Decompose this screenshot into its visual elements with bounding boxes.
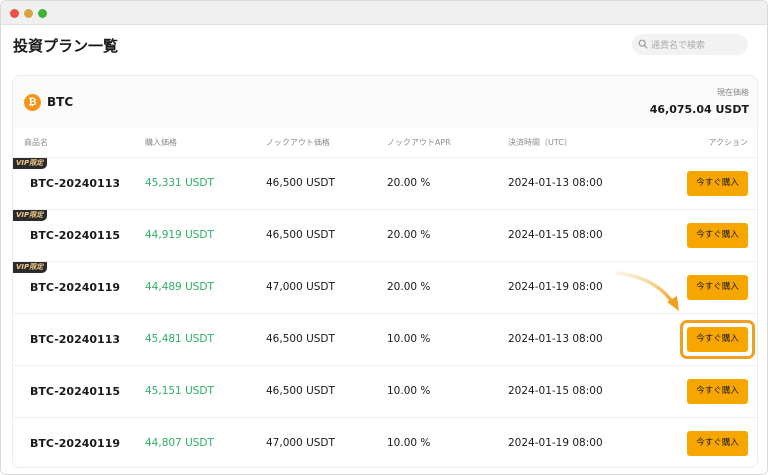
knockout-apr: 10.00 % [387,333,431,345]
current-price-value: 46,075.04 USDT [649,103,749,116]
knockout-price: 46,500 USDT [266,385,335,397]
vip-badge: VIP限定 [13,210,48,221]
knockout-apr: 10.00 % [387,385,431,397]
product-name: BTC-20240113 [30,177,121,190]
table-header: 商品名 購入価格 ノックアウト価格 ノックアウトAPR 決済時間（UTC） アク… [13,128,757,157]
page-header: 投資プラン一覧 通貨名で検索 [1,25,767,67]
buy-now-button[interactable]: 今すぐ購入 [687,223,748,248]
close-window-button[interactable] [10,9,19,18]
column-header-buy-price: 購入価格 [145,138,177,147]
settlement-time: 2024-01-19 08:00 [508,281,603,293]
browser-window: 投資プラン一覧 通貨名で検索 ₿ BTC 現在価格 46,075.04 USDT… [0,0,768,475]
knockout-apr: 20.00 % [387,177,431,189]
buy-price: 45,481 USDT [145,333,214,345]
column-header-settlement-time: 決済時間（UTC） [508,138,572,147]
knockout-price: 46,500 USDT [266,333,335,345]
vip-badge: VIP限定 [13,262,48,273]
settlement-time: 2024-01-19 08:00 [508,437,603,449]
column-header-product: 商品名 [24,138,48,147]
product-name: BTC-20240115 [30,385,121,398]
settlement-time: 2024-01-15 08:00 [508,385,603,397]
buy-now-button[interactable]: 今すぐ購入 [687,431,748,456]
coin-name: BTC [47,95,74,109]
buy-now-button[interactable]: 今すぐ購入 [687,327,748,352]
plan-table-body: VIP限定 BTC-20240113 45,331 USDT 46,500 US… [13,157,757,467]
search-input[interactable]: 通貨名で検索 [632,34,748,55]
buy-price: 44,489 USDT [145,281,214,293]
table-row: BTC-20240115 45,151 USDT 46,500 USDT 10.… [13,365,757,417]
settlement-time: 2024-01-15 08:00 [508,229,603,241]
maximize-window-button[interactable] [38,9,47,18]
knockout-apr: 20.00 % [387,281,431,293]
knockout-price: 46,500 USDT [266,177,335,189]
coin-header: ₿ BTC 現在価格 46,075.04 USDT [13,76,757,128]
knockout-apr: 20.00 % [387,229,431,241]
buy-price: 45,331 USDT [145,177,214,189]
table-row: VIP限定 BTC-20240115 44,919 USDT 46,500 US… [13,209,757,261]
minimize-window-button[interactable] [24,9,33,18]
knockout-price: 47,000 USDT [266,437,335,449]
buy-now-button[interactable]: 今すぐ購入 [687,171,748,196]
column-header-action: アクション [708,138,748,147]
title-bar [1,1,767,25]
btc-icon: ₿ [24,94,41,111]
buy-price: 44,919 USDT [145,229,214,241]
product-name: BTC-20240113 [30,333,121,346]
buy-now-button[interactable]: 今すぐ購入 [687,275,748,300]
buy-price: 45,151 USDT [145,385,214,397]
vip-badge: VIP限定 [13,158,48,169]
plan-card: ₿ BTC 現在価格 46,075.04 USDT 商品名 購入価格 ノックアウ… [12,75,758,468]
search-icon [638,39,648,49]
table-row: VIP限定 BTC-20240113 45,331 USDT 46,500 US… [13,157,757,209]
knockout-price: 46,500 USDT [266,229,335,241]
product-name: BTC-20240119 [30,281,121,294]
knockout-price: 47,000 USDT [266,281,335,293]
settlement-time: 2024-01-13 08:00 [508,333,603,345]
knockout-apr: 10.00 % [387,437,431,449]
buy-price: 44,807 USDT [145,437,214,449]
search-placeholder: 通貨名で検索 [651,41,706,51]
table-row: BTC-20240119 44,807 USDT 47,000 USDT 10.… [13,417,757,467]
product-name: BTC-20240119 [30,437,121,450]
buy-now-button[interactable]: 今すぐ購入 [687,379,748,404]
current-price-label: 現在価格 [717,88,749,97]
column-header-knockout-apr: ノックアウトAPR [387,138,451,147]
column-header-knockout-price: ノックアウト価格 [266,138,330,147]
page-title: 投資プラン一覧 [13,37,119,55]
settlement-time: 2024-01-13 08:00 [508,177,603,189]
table-row: BTC-20240113 45,481 USDT 46,500 USDT 10.… [13,313,757,365]
table-row: VIP限定 BTC-20240119 44,489 USDT 47,000 US… [13,261,757,313]
product-name: BTC-20240115 [30,229,121,242]
